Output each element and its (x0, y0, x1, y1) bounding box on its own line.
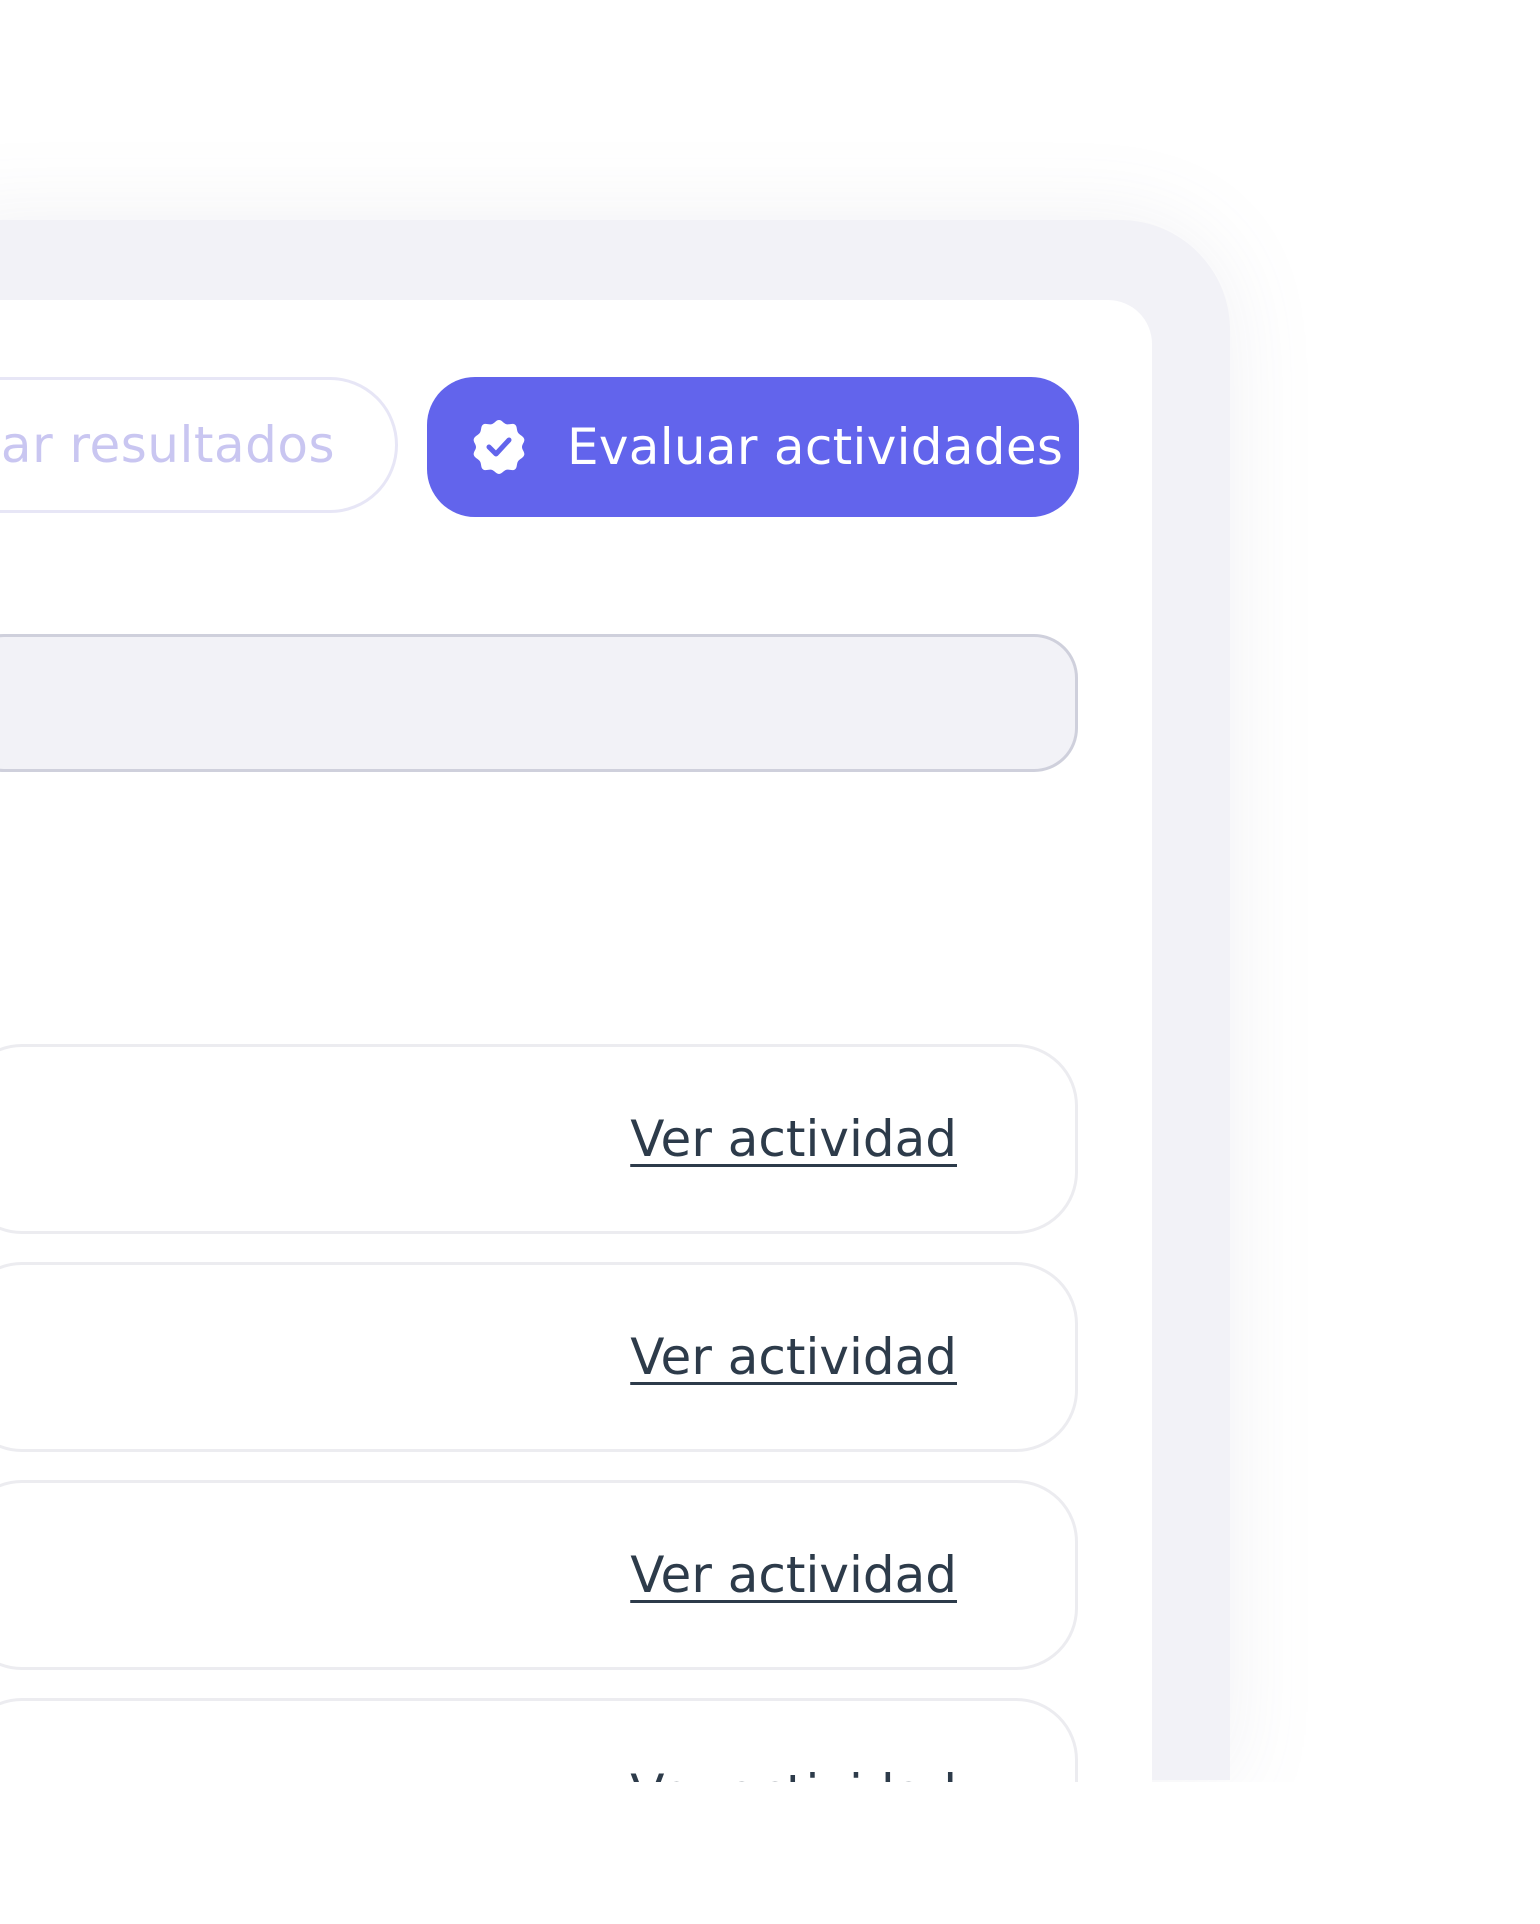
activity-row: Ver actividad (0, 1044, 1078, 1234)
view-activity-link[interactable]: Ver actividad (630, 1328, 957, 1386)
check-badge-icon (471, 419, 527, 475)
app-screen: viar resultados Evaluar actividades Ver … (0, 0, 1540, 1924)
view-activity-link[interactable]: Ver actividad (630, 1110, 957, 1168)
view-activity-link[interactable]: Ver actividad (630, 1546, 957, 1604)
activity-row: Ver actividad (0, 1698, 1078, 1782)
activity-row: Ver actividad (0, 1262, 1078, 1452)
activity-list: Ver actividad Ver actividad Ver activida… (0, 1044, 1078, 1782)
evaluate-activities-button[interactable]: Evaluar actividades (427, 377, 1079, 517)
search-input[interactable] (0, 634, 1078, 772)
send-results-button[interactable]: viar resultados (0, 377, 398, 513)
send-results-label: viar resultados (0, 416, 335, 474)
view-activity-link[interactable]: Ver actividad (630, 1764, 957, 1782)
activity-row: Ver actividad (0, 1480, 1078, 1670)
evaluate-activities-label: Evaluar actividades (567, 418, 1064, 476)
viewport: viar resultados Evaluar actividades Ver … (0, 0, 1540, 1782)
